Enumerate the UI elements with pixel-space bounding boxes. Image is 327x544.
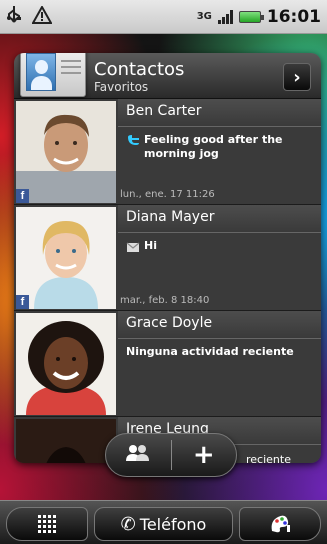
network-type: 3G: [196, 10, 212, 22]
contact-row-grace-doyle[interactable]: Grace Doyle Ninguna actividad reciente: [14, 311, 321, 417]
contact-card-icon: [20, 53, 86, 97]
contact-photo: f: [16, 207, 116, 309]
contact-row-diana-mayer[interactable]: f Diana Mayer Hi mar., feb. 8 18:40: [14, 205, 321, 311]
all-apps-button[interactable]: [6, 507, 88, 541]
widget-actions: +: [105, 433, 237, 477]
warning-icon: [31, 4, 53, 28]
phone-button[interactable]: ✆ Teléfono: [94, 507, 233, 541]
phone-icon: ✆: [120, 513, 136, 535]
contact-timestamp: lun., ene. 17 11:26: [120, 189, 215, 200]
twitter-icon: [126, 133, 140, 147]
status-bar: 3G 16:01: [0, 0, 327, 34]
phone-label: Teléfono: [139, 514, 207, 534]
add-contact-button[interactable]: +: [172, 434, 237, 476]
open-contacts-button[interactable]: ›: [283, 63, 311, 91]
contact-photo: f: [16, 101, 116, 203]
personalize-icon: [268, 511, 292, 537]
contact-status: Ninguna actividad reciente: [126, 345, 294, 358]
chevron-right-icon: ›: [293, 66, 301, 88]
people-icon: [125, 444, 151, 466]
app-grid-icon: [38, 515, 56, 533]
facebook-badge-icon: f: [16, 189, 29, 203]
mail-icon: [126, 239, 140, 253]
contact-row-ben-carter[interactable]: f Ben Carter Feeling good after the morn…: [14, 99, 321, 205]
contact-status: Feeling good after the morning jog: [144, 133, 283, 160]
contact-status: reciente: [246, 453, 291, 463]
contact-photo: [16, 419, 116, 463]
plus-icon: +: [192, 440, 215, 470]
facebook-badge-icon: f: [16, 295, 29, 309]
favorites-list[interactable]: f Ben Carter Feeling good after the morn…: [14, 99, 321, 463]
contact-name: Ben Carter: [126, 103, 202, 119]
widget-title: Contactos: [94, 59, 185, 80]
contact-photo: [16, 313, 116, 415]
clock: 16:01: [266, 6, 321, 27]
widget-header[interactable]: Contactos Favoritos ›: [14, 53, 321, 99]
usb-icon: [6, 5, 22, 28]
contact-timestamp: mar., feb. 8 18:40: [120, 295, 210, 306]
contact-status: Hi: [144, 239, 157, 252]
contacts-widget: Contactos Favoritos › f Ben Carter Feeli…: [14, 53, 321, 463]
contact-name: Diana Mayer: [126, 209, 215, 225]
groups-button[interactable]: [106, 434, 171, 476]
dock: ✆ Teléfono: [0, 500, 327, 544]
contact-name: Grace Doyle: [126, 315, 213, 331]
battery-icon: [238, 10, 264, 23]
signal-icon: [217, 9, 233, 24]
personalize-button[interactable]: [239, 507, 321, 541]
widget-subtitle: Favoritos: [94, 80, 149, 94]
